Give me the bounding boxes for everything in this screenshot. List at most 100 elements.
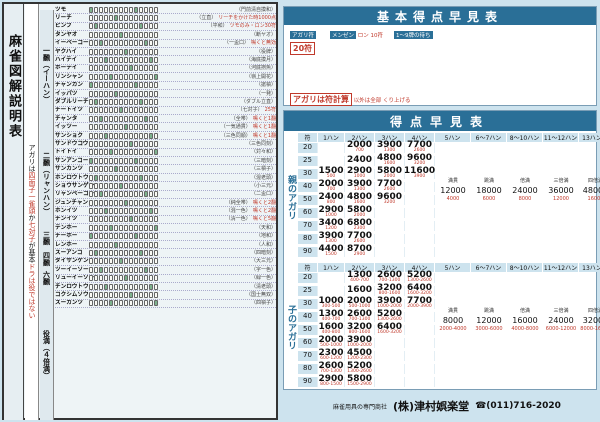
limit-name: 三倍満 (553, 178, 569, 184)
score-cell: 5200 1300-2600 (405, 271, 435, 283)
limit-payment: 12000 (553, 196, 569, 202)
score-split: 2000-3900 (407, 304, 432, 310)
tile-icon (114, 275, 118, 282)
tile-icon (134, 250, 138, 257)
tile-icon (99, 15, 103, 22)
yaku-note: 鳴くと2翻 (252, 199, 276, 206)
tile-icon (134, 57, 138, 64)
tile-icon (139, 82, 143, 89)
yaku-name: リャンペーコー (55, 191, 95, 198)
fu-cell: 50 (298, 325, 318, 335)
yaku-kanji: （一気通貫） (220, 124, 251, 131)
yaku-row: サンアンコー （三暗刻） (55, 157, 276, 166)
company-name: (株)津村娯楽堂 (393, 400, 470, 413)
fu-heading: アガリ符 (290, 31, 317, 39)
tile-icon (144, 124, 148, 131)
tile-icon (114, 216, 118, 223)
score-row: 50 1600 400-800 3200 800-1600 6400 1600-3200 (298, 323, 435, 335)
score-cell: 3200 800-1600 (375, 284, 405, 296)
tile-icon (134, 124, 138, 131)
tile-icon (99, 107, 103, 114)
tile-icon (124, 233, 128, 240)
tile-icon (129, 275, 133, 282)
tile-icon (134, 23, 138, 30)
tile-icon (134, 300, 138, 307)
tile-icon (94, 241, 98, 248)
tile-icon (149, 124, 153, 131)
tile-icon (114, 149, 118, 156)
yaku-note: 鳴くと1翻 (252, 132, 276, 139)
tile-icon (94, 275, 98, 282)
note-line: が基本 (28, 242, 36, 263)
tile-icon (144, 216, 148, 223)
tile-icon (154, 224, 158, 231)
score-cell: 2600 700-1300 (318, 362, 345, 374)
score-cell: 6800 2300 (345, 219, 375, 231)
tile-icon (154, 283, 158, 290)
tile-icon (144, 275, 148, 282)
tile-icon (104, 224, 108, 231)
tile-icon (94, 73, 98, 80)
tile-icon (134, 224, 138, 231)
tile-icon (139, 224, 143, 231)
fu-cell: 20 (298, 273, 318, 283)
yaku-kanji: （対々和） (250, 149, 276, 156)
basic-points-title: 基本得点早見表 (284, 7, 596, 25)
tile-icon (94, 124, 98, 131)
score-value: 1600 (346, 285, 373, 296)
tile-icon (104, 40, 108, 47)
score-split: 1500-2900 (347, 382, 372, 388)
score-cell: 4800 1600 (375, 154, 405, 166)
tile-icon (99, 300, 103, 307)
tile-icon (124, 166, 128, 173)
yaku-kanji: （三槓子） (250, 166, 276, 173)
tile-icon (124, 191, 128, 198)
tile-icon (154, 149, 158, 156)
tile-icon (154, 174, 158, 181)
tile-icon (114, 208, 118, 215)
tile-icon (94, 107, 98, 114)
tile-icon (149, 166, 153, 173)
yaku-category-label: 役満（４倍満） (42, 329, 51, 379)
tile-icon (144, 82, 148, 89)
limit-value: 16000 (512, 316, 538, 325)
tile-icon (124, 65, 128, 72)
basic-rules-note: アガリは 四面子一雀頭か七対子 が基本 ドラは役ではない (25, 4, 39, 420)
tile-icon (149, 107, 153, 114)
tile-icon (139, 199, 143, 206)
tile-icon (119, 40, 123, 47)
tile-icon (149, 258, 153, 265)
yaku-kanji: （三色同刻） (245, 140, 276, 147)
tile-icon (119, 191, 123, 198)
tile-icon (139, 23, 143, 30)
tile-icon (109, 115, 113, 122)
tile-icon (154, 132, 158, 139)
tile-icon (124, 15, 128, 22)
fu-cell: 90 (298, 377, 318, 387)
tile-icon (139, 90, 143, 97)
tile-icon (114, 90, 118, 97)
tile-icon (149, 48, 153, 55)
tile-icon (144, 208, 148, 215)
tile-icon (124, 157, 128, 164)
tile-icon (104, 57, 108, 64)
dealer-text: 親のアガリ (286, 174, 296, 220)
yaku-name: チンイツ (55, 216, 78, 223)
score-cell: 2000 500-1000 (345, 297, 375, 309)
tile-icon (149, 23, 153, 30)
score-cell: 3900 1000-2000 (345, 336, 375, 348)
tile-icon (134, 65, 138, 72)
tile-icon (154, 258, 158, 265)
tile-icon (109, 250, 113, 257)
yaku-name: ショウサンゲン (55, 182, 95, 189)
tile-icon (149, 82, 153, 89)
tile-icon (149, 15, 153, 22)
tile-icon (144, 199, 148, 206)
tile-icon (124, 250, 128, 257)
mentsu-heading: メンゼン (330, 31, 357, 39)
tile-icon (119, 157, 123, 164)
yaku-name: ダブルリーチ (55, 98, 89, 105)
table-header: 符1ハン2ハン3ハン4ハン5ハン6〜7ハン8〜10ハン11〜12ハン13ハン〜 (298, 133, 600, 142)
score-cell: 1500 500 (318, 167, 345, 179)
tile-icon (114, 224, 118, 231)
